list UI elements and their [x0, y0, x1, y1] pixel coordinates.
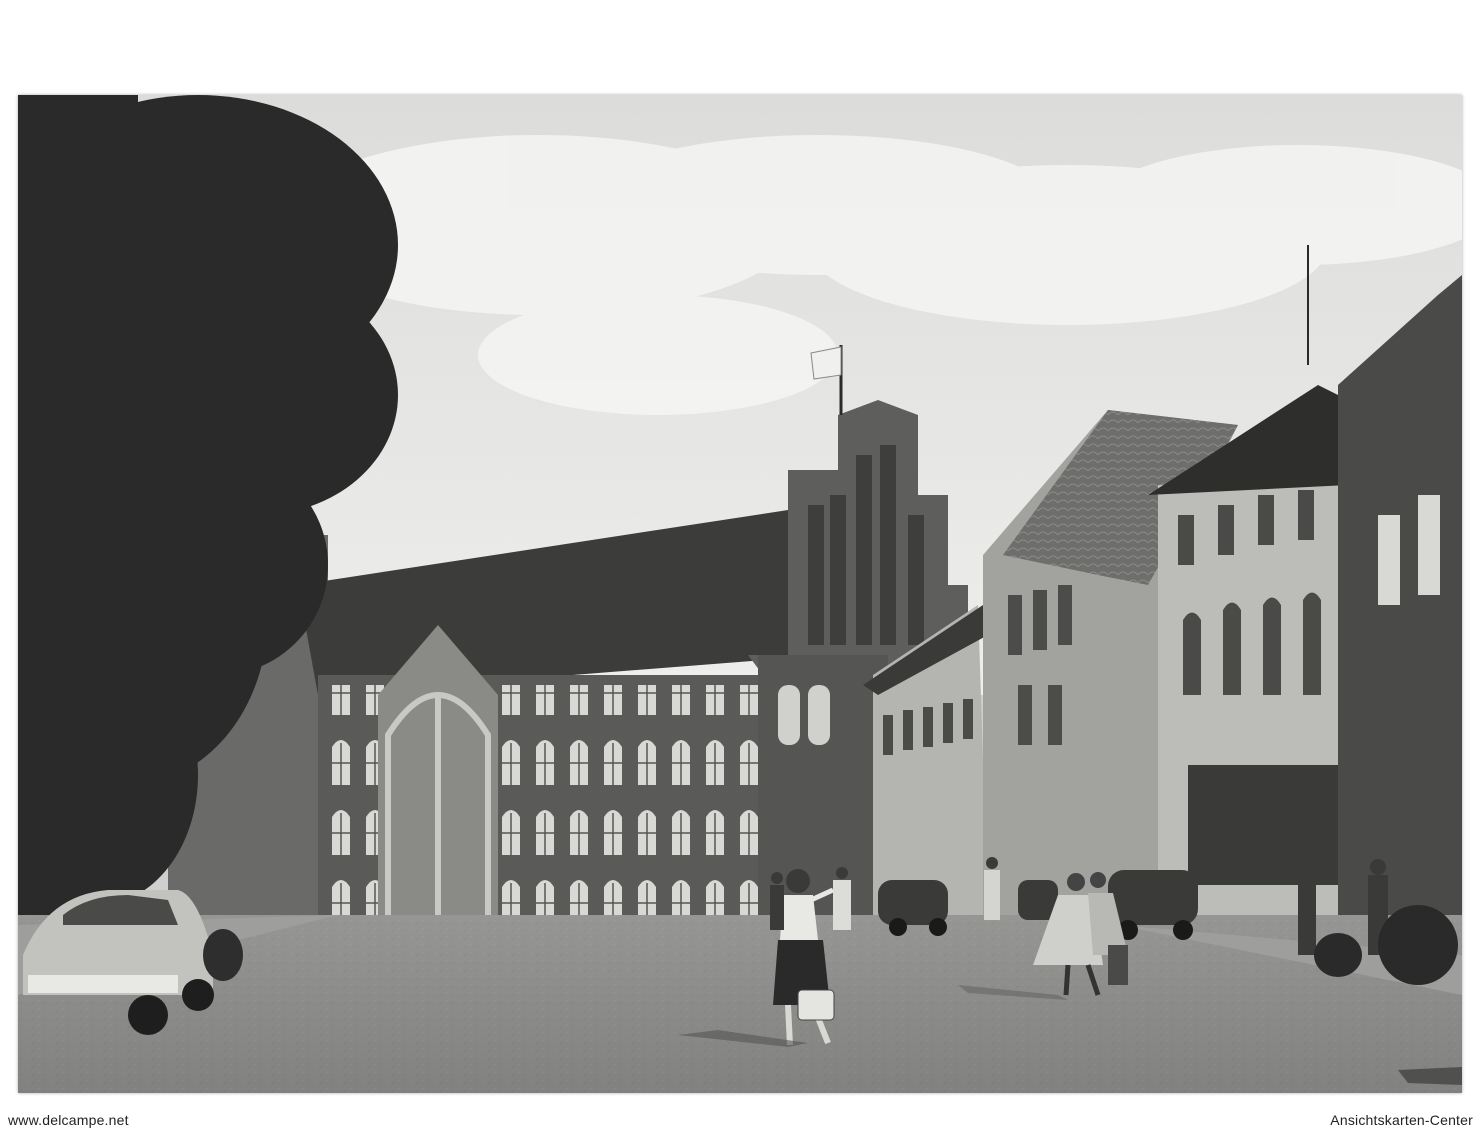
watermark-left: www.delcampe.net [8, 1112, 129, 1128]
postcard-photo [18, 95, 1462, 1093]
postcard-page: www.delcampe.net Ansichtskarten-Center [0, 0, 1483, 1131]
town-square-scene [18, 95, 1462, 1093]
watermark-right: Ansichtskarten-Center [1330, 1112, 1473, 1128]
